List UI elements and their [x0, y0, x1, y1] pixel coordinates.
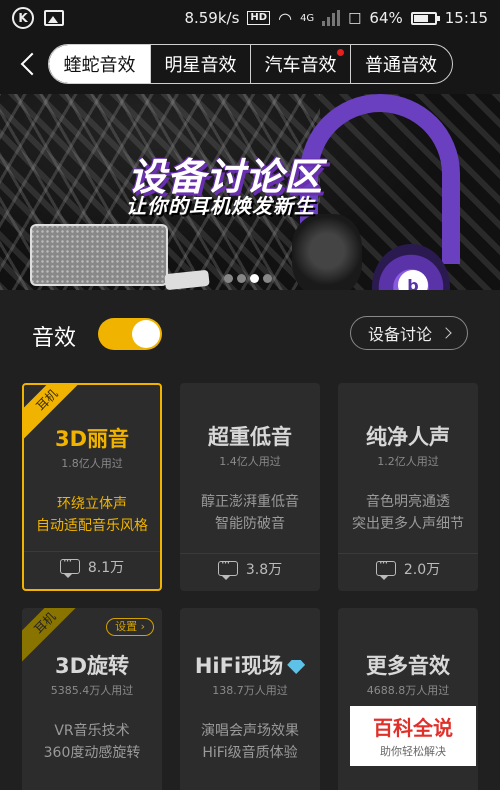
tab-label: 蝰蛇音效 — [63, 55, 136, 76]
desc-line: 突出更多人声细节 — [352, 516, 464, 532]
network-type: 4G — [300, 12, 315, 24]
effect-card-3d-sound[interactable]: 耳机 3D丽音 1.8亿人用过 环绕立体声自动适配音乐风格 8.1万 — [22, 383, 162, 591]
baike-watermark: 百科全说 助你轻松解决 — [350, 706, 476, 766]
effect-users: 4688.8万人用过 — [366, 684, 450, 697]
banner-subtitle: 让你的耳机焕发新生 — [126, 194, 315, 218]
status-bar: K 8.59k/s HD ◠ 4G □ 64% 15:15 — [0, 0, 500, 36]
hd-icon: HD — [247, 11, 271, 25]
effect-users: 138.7万人用过 — [212, 684, 288, 697]
comment-icon — [217, 556, 238, 580]
desc-line: VR音乐技术 — [54, 723, 130, 739]
carousel-dot[interactable] — [224, 274, 233, 283]
desc-line: 360度动感旋转 — [43, 745, 141, 761]
watermark-subtitle: 助你轻松解决 — [380, 745, 446, 758]
effect-card-pure-vocal[interactable]: 纯净人声 1.2亿人用过 音色明亮通透突出更多人声细节 2.0万 — [338, 383, 478, 591]
image-notification-icon — [44, 10, 64, 26]
effect-name: HiFi现场 — [194, 654, 284, 678]
effect-card-3d-rotate[interactable]: 耳机 设置 › 3D旋转 5385.4万人用过 VR音乐技术 360度动感旋转 — [22, 608, 162, 790]
new-badge-dot — [337, 49, 344, 56]
comment-icon — [375, 556, 396, 580]
effect-description: 醇正澎湃重低音 智能防破音 — [180, 491, 320, 535]
effect-card-hifi-live[interactable]: HiFi现场 138.7万人用过 演唱会声场效果 HiFi级音质体验 — [180, 608, 320, 790]
effect-name: 3D丽音 — [54, 427, 130, 451]
tab-star-effects[interactable]: 明星音效 — [151, 45, 251, 83]
carousel-dot-active[interactable] — [250, 274, 259, 283]
sound-effect-toggle[interactable] — [98, 318, 162, 350]
desc-line: 自动适配音乐风格 — [36, 518, 148, 534]
network-speed: 8.59k/s — [184, 9, 240, 27]
desc-line: 演唱会声场效果 — [201, 723, 299, 739]
carousel-dot[interactable] — [263, 274, 272, 283]
carousel-indicator — [224, 274, 272, 283]
toggle-knob — [132, 320, 160, 348]
tab-label: 明星音效 — [164, 55, 237, 76]
sound-effect-header: 音效 设备讨论 — [0, 290, 500, 378]
k-app-icon: K — [12, 7, 34, 29]
desc-line: 环绕立体声 — [57, 496, 127, 512]
comment-count-value: 8.1万 — [87, 559, 125, 576]
battery-icon — [410, 11, 440, 25]
comment-count-value: 3.8万 — [245, 561, 283, 578]
desc-line: HiFi级音质体验 — [202, 745, 298, 761]
diamond-vip-icon — [287, 660, 306, 674]
comment-count[interactable]: 8.1万 — [24, 551, 160, 581]
tab-car-effects[interactable]: 汽车音效 — [251, 45, 351, 83]
effect-name-row: HiFi现场 — [180, 650, 320, 680]
device-discuss-label: 设备讨论 — [367, 325, 432, 344]
effect-users: 5385.4万人用过 — [50, 684, 134, 697]
effect-name: 纯净人声 — [366, 425, 450, 449]
effect-description: 音色明亮通透 突出更多人声细节 — [338, 491, 478, 535]
effect-card-super-bass[interactable]: 超重低音 1.4亿人用过 醇正澎湃重低音智能防破音 3.8万 — [180, 383, 320, 591]
comment-icon — [59, 554, 80, 578]
effect-users: 1.8亿人用过 — [61, 457, 123, 470]
battery-percent: 64% — [369, 9, 403, 27]
clock: 15:15 — [444, 9, 488, 27]
effect-description: VR音乐技术 360度动感旋转 — [22, 720, 162, 764]
effect-users: 1.4亿人用过 — [219, 455, 281, 468]
carousel-dot[interactable] — [237, 274, 246, 283]
wifi-icon: ◠ — [278, 8, 293, 28]
comment-count[interactable]: 3.8万 — [180, 553, 320, 583]
speaker-image — [30, 224, 168, 286]
effect-name: 更多音效 — [366, 654, 450, 678]
comment-count[interactable]: 2.0万 — [338, 553, 478, 583]
promo-banner[interactable]: b 设备讨论区 让你的耳机焕发新生 — [0, 94, 500, 290]
watermark-title: 百科全说 — [373, 716, 453, 740]
effect-type-tabs: 蝰蛇音效 明星音效 汽车音效 普通音效 — [48, 44, 453, 84]
effect-name: 3D旋转 — [54, 654, 130, 678]
tab-label: 汽车音效 — [264, 55, 337, 76]
effect-name: 超重低音 — [208, 425, 292, 449]
signal-icon — [322, 10, 341, 26]
settings-label: 设置 — [115, 620, 138, 633]
effect-description: 环绕立体声自动适配音乐风格 — [24, 493, 160, 537]
comment-count-value: 2.0万 — [403, 561, 441, 578]
top-nav: 蝰蛇音效 明星音效 汽车音效 普通音效 — [0, 36, 500, 94]
headphone-cup-left — [292, 214, 362, 290]
device-discuss-button[interactable]: 设备讨论 — [350, 316, 468, 350]
tab-normal-effects[interactable]: 普通音效 — [351, 45, 451, 83]
effect-users: 1.2亿人用过 — [377, 455, 439, 468]
back-arrow-icon[interactable] — [18, 50, 42, 80]
tab-viper-effects[interactable]: 蝰蛇音效 — [49, 45, 151, 83]
sim-icon: □ — [348, 10, 362, 26]
desc-line: 醇正澎湃重低音 — [201, 494, 299, 510]
settings-button[interactable]: 设置 › — [106, 618, 154, 636]
desc-line: 智能防破音 — [215, 516, 285, 532]
effect-description: 演唱会声场效果 HiFi级音质体验 — [180, 720, 320, 764]
desc-line: 音色明亮通透 — [366, 494, 450, 510]
chevron-right-icon — [440, 327, 452, 339]
sound-effect-label: 音效 — [32, 326, 77, 351]
tab-label: 普通音效 — [365, 55, 437, 76]
